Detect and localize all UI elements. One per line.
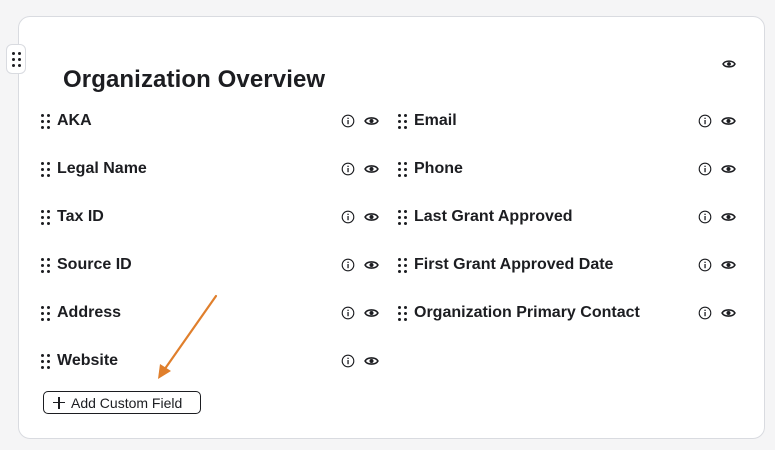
drag-handle-icon[interactable] bbox=[41, 114, 50, 129]
info-icon[interactable] bbox=[341, 306, 355, 325]
eye-icon[interactable] bbox=[721, 114, 736, 133]
field-label: Legal Name bbox=[57, 160, 147, 177]
eye-icon[interactable] bbox=[364, 114, 379, 133]
eye-icon[interactable] bbox=[364, 162, 379, 181]
field-row-first-grant-approved-date[interactable]: First Grant Approved Date bbox=[398, 253, 743, 277]
add-custom-field-label: Add Custom Field bbox=[71, 394, 183, 411]
info-icon[interactable] bbox=[698, 114, 712, 133]
grip-dots-icon bbox=[11, 51, 21, 67]
eye-icon[interactable] bbox=[364, 210, 379, 229]
field-label: Email bbox=[414, 112, 457, 129]
eye-icon[interactable] bbox=[364, 306, 379, 325]
info-icon[interactable] bbox=[341, 114, 355, 133]
info-icon[interactable] bbox=[698, 258, 712, 277]
eye-icon[interactable] bbox=[721, 210, 736, 229]
organization-overview-card: Organization Overview AKA Legal Name Tax… bbox=[18, 16, 765, 439]
info-icon[interactable] bbox=[341, 162, 355, 181]
drag-handle-icon[interactable] bbox=[398, 306, 407, 321]
field-row-tax-id[interactable]: Tax ID bbox=[41, 205, 386, 229]
field-label: Last Grant Approved bbox=[414, 208, 573, 225]
eye-icon[interactable] bbox=[721, 162, 736, 181]
info-icon[interactable] bbox=[698, 162, 712, 181]
eye-icon[interactable] bbox=[721, 306, 736, 325]
drag-handle-icon[interactable] bbox=[41, 306, 50, 321]
drag-handle-icon[interactable] bbox=[41, 210, 50, 225]
field-label: Organization Primary Contact bbox=[414, 304, 640, 321]
info-icon[interactable] bbox=[341, 354, 355, 373]
field-label: AKA bbox=[57, 112, 92, 129]
field-row-source-id[interactable]: Source ID bbox=[41, 253, 386, 277]
arrow-annotation bbox=[158, 294, 218, 379]
field-row-legal-name[interactable]: Legal Name bbox=[41, 157, 386, 181]
info-icon[interactable] bbox=[698, 210, 712, 229]
plus-icon bbox=[53, 396, 65, 409]
card-title: Organization Overview bbox=[63, 66, 326, 93]
drag-handle-icon[interactable] bbox=[41, 162, 50, 177]
field-label: Address bbox=[57, 304, 122, 321]
drag-handle-icon[interactable] bbox=[41, 258, 50, 273]
eye-icon[interactable] bbox=[720, 55, 738, 73]
drag-handle-icon[interactable] bbox=[398, 258, 407, 273]
eye-icon[interactable] bbox=[364, 258, 379, 277]
drag-handle-icon[interactable] bbox=[398, 210, 407, 225]
add-custom-field-button[interactable]: Add Custom Field bbox=[43, 391, 201, 414]
field-label: Website bbox=[57, 352, 119, 369]
drag-handle-icon[interactable] bbox=[398, 114, 407, 129]
field-row-phone[interactable]: Phone bbox=[398, 157, 743, 181]
info-icon[interactable] bbox=[698, 306, 712, 325]
field-row-email[interactable]: Email bbox=[398, 109, 743, 133]
eye-icon[interactable] bbox=[364, 354, 379, 373]
field-label: Phone bbox=[414, 160, 463, 177]
card-drag-handle[interactable] bbox=[6, 44, 26, 74]
field-label: First Grant Approved Date bbox=[414, 256, 614, 273]
drag-handle-icon[interactable] bbox=[41, 354, 50, 369]
field-label: Tax ID bbox=[57, 208, 104, 225]
field-row-aka[interactable]: AKA bbox=[41, 109, 386, 133]
eye-icon[interactable] bbox=[721, 258, 736, 277]
field-row-organization-primary-contact[interactable]: Organization Primary Contact bbox=[398, 301, 743, 325]
info-icon[interactable] bbox=[341, 210, 355, 229]
info-icon[interactable] bbox=[341, 258, 355, 277]
drag-handle-icon[interactable] bbox=[398, 162, 407, 177]
field-row-last-grant-approved[interactable]: Last Grant Approved bbox=[398, 205, 743, 229]
field-label: Source ID bbox=[57, 256, 132, 273]
